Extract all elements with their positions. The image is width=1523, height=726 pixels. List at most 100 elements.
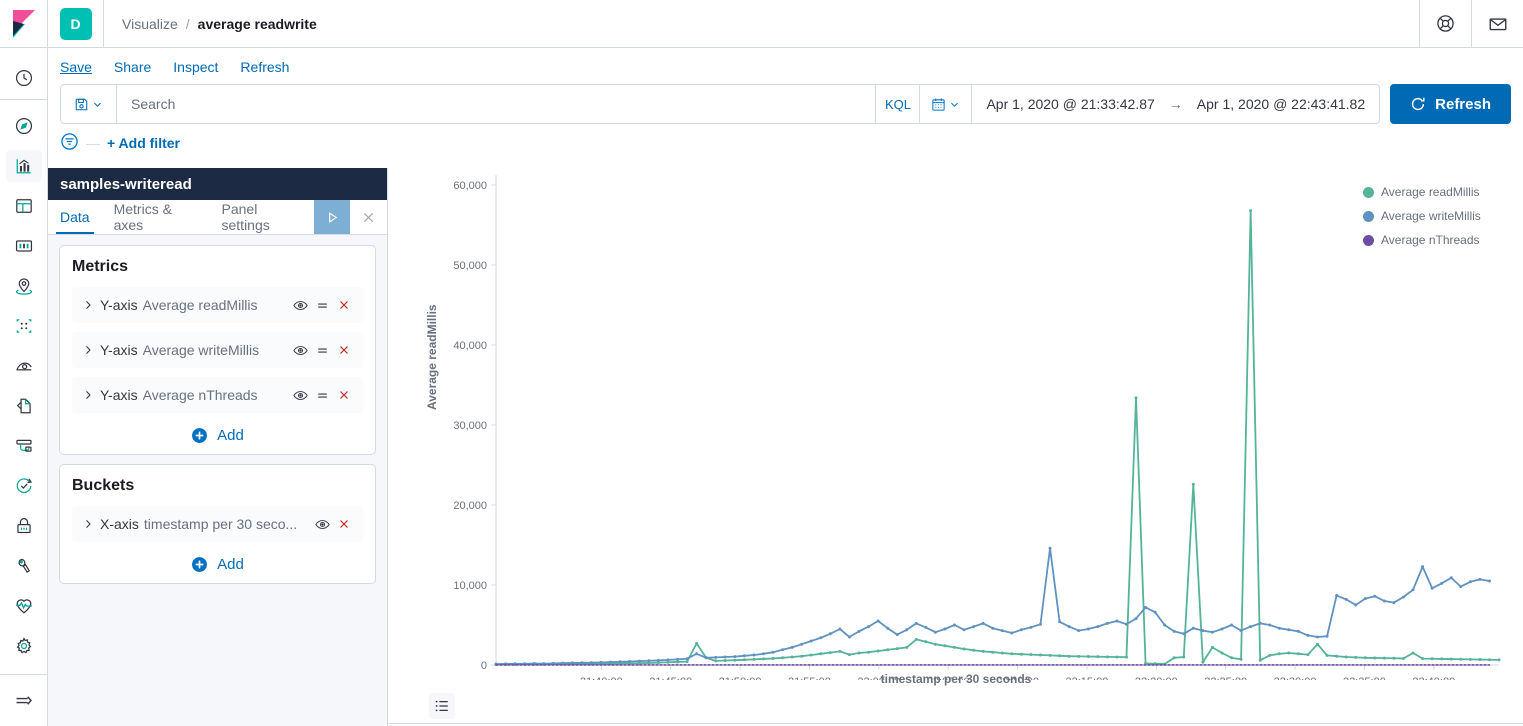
chart-canvas[interactable]: 0 10,000 20,000 30,000 40,000 50,000 60,000 21:… bbox=[389, 160, 1523, 680]
series-point[interactable] bbox=[790, 655, 794, 659]
series-point[interactable] bbox=[1048, 653, 1052, 657]
series-point[interactable] bbox=[1086, 655, 1090, 659]
series-point[interactable] bbox=[933, 630, 937, 634]
start-date-button[interactable]: Apr 1, 2020 @ 21:33:42.87 bbox=[972, 96, 1168, 112]
series-point[interactable] bbox=[962, 647, 966, 651]
eye-icon[interactable] bbox=[289, 388, 311, 403]
series-point[interactable] bbox=[1038, 653, 1042, 657]
series-point[interactable] bbox=[723, 659, 727, 663]
series-point[interactable] bbox=[1172, 629, 1176, 633]
series-point[interactable] bbox=[828, 632, 832, 636]
series-point[interactable] bbox=[647, 659, 651, 663]
series-point[interactable] bbox=[819, 652, 823, 656]
series-point[interactable] bbox=[981, 649, 985, 653]
eye-icon[interactable] bbox=[289, 298, 311, 313]
series-point[interactable] bbox=[1392, 601, 1396, 605]
series-point[interactable] bbox=[1325, 634, 1329, 638]
sidebar-item-discover[interactable] bbox=[0, 106, 48, 146]
series-point[interactable] bbox=[1373, 656, 1377, 660]
sidebar-item-uptime[interactable] bbox=[0, 466, 48, 506]
series-point[interactable] bbox=[1258, 621, 1262, 625]
series-point[interactable] bbox=[809, 653, 813, 657]
space-switcher[interactable]: D bbox=[48, 0, 104, 47]
drag-handle-icon[interactable] bbox=[311, 343, 333, 358]
series-point[interactable] bbox=[1363, 656, 1367, 660]
series-point[interactable] bbox=[1096, 655, 1100, 659]
series-point[interactable] bbox=[1115, 619, 1119, 623]
remove-x-icon[interactable] bbox=[333, 388, 355, 402]
series-point[interactable] bbox=[1048, 546, 1052, 550]
tab-panel-settings[interactable]: Panel settings bbox=[210, 200, 314, 234]
series-point[interactable] bbox=[1468, 657, 1472, 661]
series-point[interactable] bbox=[991, 626, 995, 630]
series-point[interactable] bbox=[1478, 577, 1482, 581]
series-point[interactable] bbox=[1430, 586, 1434, 590]
series-point[interactable] bbox=[1220, 651, 1224, 655]
series-point[interactable] bbox=[1230, 623, 1234, 627]
series-point[interactable] bbox=[1201, 660, 1205, 664]
series-point[interactable] bbox=[924, 640, 928, 644]
sidebar-item-dashboard[interactable] bbox=[0, 186, 48, 226]
series-point[interactable] bbox=[637, 659, 641, 663]
series-point[interactable] bbox=[1335, 654, 1339, 658]
series-point[interactable] bbox=[953, 645, 957, 649]
series-point[interactable] bbox=[1210, 645, 1214, 649]
series-point[interactable] bbox=[1239, 657, 1243, 661]
series-point[interactable] bbox=[1478, 658, 1482, 662]
sidebar-item-recently-viewed[interactable] bbox=[0, 56, 48, 100]
apply-changes-button[interactable] bbox=[313, 200, 351, 234]
breadcrumb-current[interactable]: average readwrite bbox=[198, 16, 317, 32]
metric-row-nthreads[interactable]: Y-axis Average nThreads bbox=[72, 377, 363, 413]
series-point[interactable] bbox=[742, 654, 746, 658]
series-point[interactable] bbox=[838, 627, 842, 631]
series-point[interactable] bbox=[1239, 629, 1243, 633]
series-point[interactable] bbox=[761, 657, 765, 661]
chevron-right-icon[interactable] bbox=[76, 518, 100, 530]
series-point[interactable] bbox=[857, 629, 861, 633]
save-button[interactable]: Save bbox=[60, 59, 92, 75]
series-point[interactable] bbox=[1191, 626, 1195, 630]
sidebar-item-infrastructure[interactable] bbox=[0, 346, 48, 386]
chevron-right-icon[interactable] bbox=[76, 389, 100, 401]
series-point[interactable] bbox=[914, 637, 918, 641]
series-point[interactable] bbox=[1296, 652, 1300, 656]
add-metric-button[interactable]: Add bbox=[72, 422, 363, 444]
series-point[interactable] bbox=[1010, 631, 1014, 635]
breadcrumb-visualize[interactable]: Visualize bbox=[122, 16, 178, 32]
series-point[interactable] bbox=[1134, 396, 1138, 400]
series-point[interactable] bbox=[1249, 625, 1253, 629]
series-point[interactable] bbox=[685, 657, 689, 661]
series-point[interactable] bbox=[1487, 579, 1491, 583]
sidebar-item-logs[interactable] bbox=[0, 386, 48, 426]
series-point[interactable] bbox=[1401, 595, 1405, 599]
series-point[interactable] bbox=[800, 654, 804, 658]
series-point[interactable] bbox=[857, 651, 861, 655]
series-point[interactable] bbox=[1172, 656, 1176, 660]
series-point[interactable] bbox=[1010, 652, 1014, 656]
series-point[interactable] bbox=[1029, 625, 1033, 629]
series-point[interactable] bbox=[1268, 623, 1272, 627]
series-point[interactable] bbox=[1421, 657, 1425, 661]
series-point[interactable] bbox=[752, 657, 756, 661]
series-point[interactable] bbox=[1487, 658, 1491, 662]
series-point[interactable] bbox=[771, 650, 775, 654]
series-point[interactable] bbox=[1382, 656, 1386, 660]
series-point[interactable] bbox=[1191, 482, 1195, 486]
series-point[interactable] bbox=[1105, 655, 1109, 659]
sidebar-item-machine-learning[interactable] bbox=[0, 306, 48, 346]
series-point[interactable] bbox=[1182, 655, 1186, 659]
sidebar-item-dev-tools[interactable] bbox=[0, 546, 48, 586]
series-point[interactable] bbox=[1335, 593, 1339, 597]
series-point[interactable] bbox=[1468, 580, 1472, 584]
series-point[interactable] bbox=[733, 658, 737, 662]
series-point[interactable] bbox=[1392, 656, 1396, 660]
series-point[interactable] bbox=[695, 641, 699, 645]
series-point[interactable] bbox=[847, 653, 851, 657]
series-point[interactable] bbox=[1354, 603, 1358, 607]
series-point[interactable] bbox=[1306, 653, 1310, 657]
series-point[interactable] bbox=[933, 642, 937, 646]
tab-metrics-axes[interactable]: Metrics & axes bbox=[102, 200, 210, 234]
sidebar-item-management[interactable] bbox=[0, 626, 48, 666]
series-point[interactable] bbox=[1440, 657, 1444, 661]
collapse-nav-icon[interactable] bbox=[0, 674, 48, 726]
